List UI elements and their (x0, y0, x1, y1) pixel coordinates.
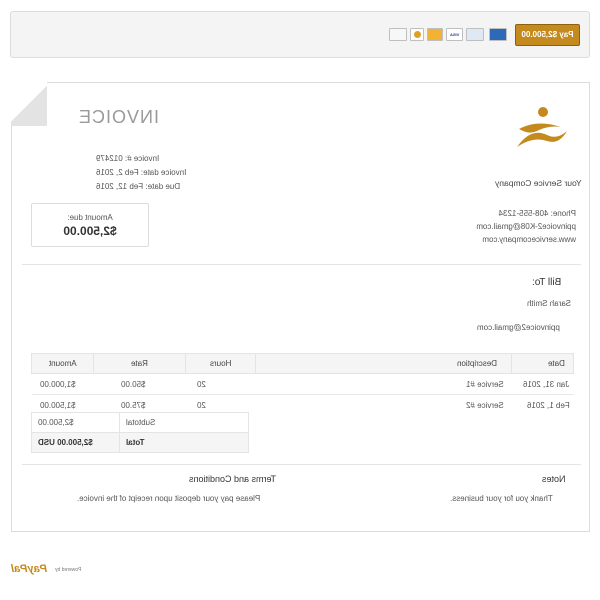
amount-due-box: Amount due: $2,500.00 (31, 203, 149, 247)
row1-rate: $50.00 (93, 373, 186, 395)
paypal-logo[interactable]: PayPal (11, 563, 47, 575)
col-rate: Rate (92, 353, 186, 374)
bill-to-heading: Bill To: (532, 277, 562, 288)
invoice-date-label: Invoice date: (140, 168, 187, 177)
row2-date: Feb 1, 2016 (511, 394, 574, 416)
powered-by-label: Powered by (55, 567, 82, 573)
invoice-number-label: Invoice #: (124, 154, 160, 163)
total-value: $2,500.00 USD (31, 432, 120, 453)
total-label: Total (119, 432, 249, 453)
row1-date: Jan 31, 2016 (511, 373, 574, 395)
powered-by-footer: PayPal Powered by (11, 563, 131, 577)
card-bank-icon (389, 28, 407, 41)
card-maestro-icon (410, 28, 424, 41)
bill-to-name: Sarah Smith (527, 299, 572, 308)
totals-table: $2,500.00 Subtotal $2,500.00 USD Total (31, 412, 249, 453)
notes-text: Thank you for your business. (450, 494, 553, 503)
col-amount: Amount (31, 353, 94, 374)
invoice-date-value: Feb 2, 2016 (96, 168, 139, 177)
subtotal-row: $2,500.00 Subtotal (31, 412, 249, 433)
company-contact: Phone: 408-555-1234 ppinvoice2-K08@gmail… (418, 207, 576, 246)
notes-heading: Notes (542, 474, 566, 484)
card-visa-icon: VISA (446, 28, 463, 41)
company-logo-icon (517, 107, 567, 147)
company-website: www.servicecompany.com (482, 235, 576, 244)
accepted-cards: VISA (389, 28, 509, 41)
col-description: Description (254, 353, 513, 374)
row1-description: Service #1 (255, 373, 512, 395)
row1-hours: 20 (185, 373, 256, 395)
amount-due-label: Amount due: (67, 213, 113, 222)
pay-button[interactable]: Pay $2,500.00 (515, 24, 580, 46)
row2-description: Service #2 (255, 394, 512, 416)
company-email: ppinvoice2-K08@gmail.com (476, 222, 576, 231)
items-table: Amount Rate Hours Description Date $1,00… (31, 353, 574, 416)
page-corner-fold (11, 82, 47, 126)
company-name: Your Service Company (495, 178, 582, 188)
subtotal-label: Subtotal (119, 412, 249, 433)
bill-to-email: ppinvoice2@gmail.com (477, 323, 560, 332)
pay-bar: VISA Pay $2,500.00 (10, 11, 590, 58)
divider-bottom (22, 464, 581, 465)
card-mastercard-icon (466, 28, 484, 41)
col-hours: Hours (184, 353, 256, 374)
company-info: Your Service Company (412, 178, 582, 188)
invoice-number-row: Invoice #: 012479 (96, 152, 216, 166)
row1-amount: $1,000.00 (31, 373, 94, 395)
table-header-row: Amount Rate Hours Description Date (31, 353, 574, 374)
subtotal-value: $2,500.00 (31, 412, 120, 433)
invoice-panel: INVOICE Invoice #: 012479 Invoice date: … (11, 82, 590, 532)
terms-text: Please pay your deposit upon receipt of … (77, 494, 261, 503)
invoice-date-row: Invoice date: Feb 2, 2016 (96, 166, 216, 180)
due-date-row: Due date: Feb 12, 2016 (96, 180, 216, 194)
company-phone: Phone: 408-555-1234 (498, 209, 576, 218)
amount-due-value: $2,500.00 (63, 224, 117, 238)
card-discover-icon (427, 28, 443, 41)
col-date: Date (511, 353, 574, 374)
due-date-value: Feb 12, 2016 (96, 182, 144, 191)
terms-heading: Terms and Conditions (189, 474, 277, 484)
card-amex-icon (489, 28, 507, 41)
invoice-meta: Invoice #: 012479 Invoice date: Feb 2, 2… (96, 152, 216, 194)
invoice-number-value: 012479 (96, 154, 123, 163)
divider-top (22, 264, 581, 265)
due-date-label: Due date: (145, 182, 181, 191)
invoice-title: INVOICE (78, 107, 160, 127)
table-row: $1,000.00 $50.00 20 Service #1 Jan 31, 2… (31, 373, 574, 395)
total-row: $2,500.00 USD Total (31, 432, 249, 453)
